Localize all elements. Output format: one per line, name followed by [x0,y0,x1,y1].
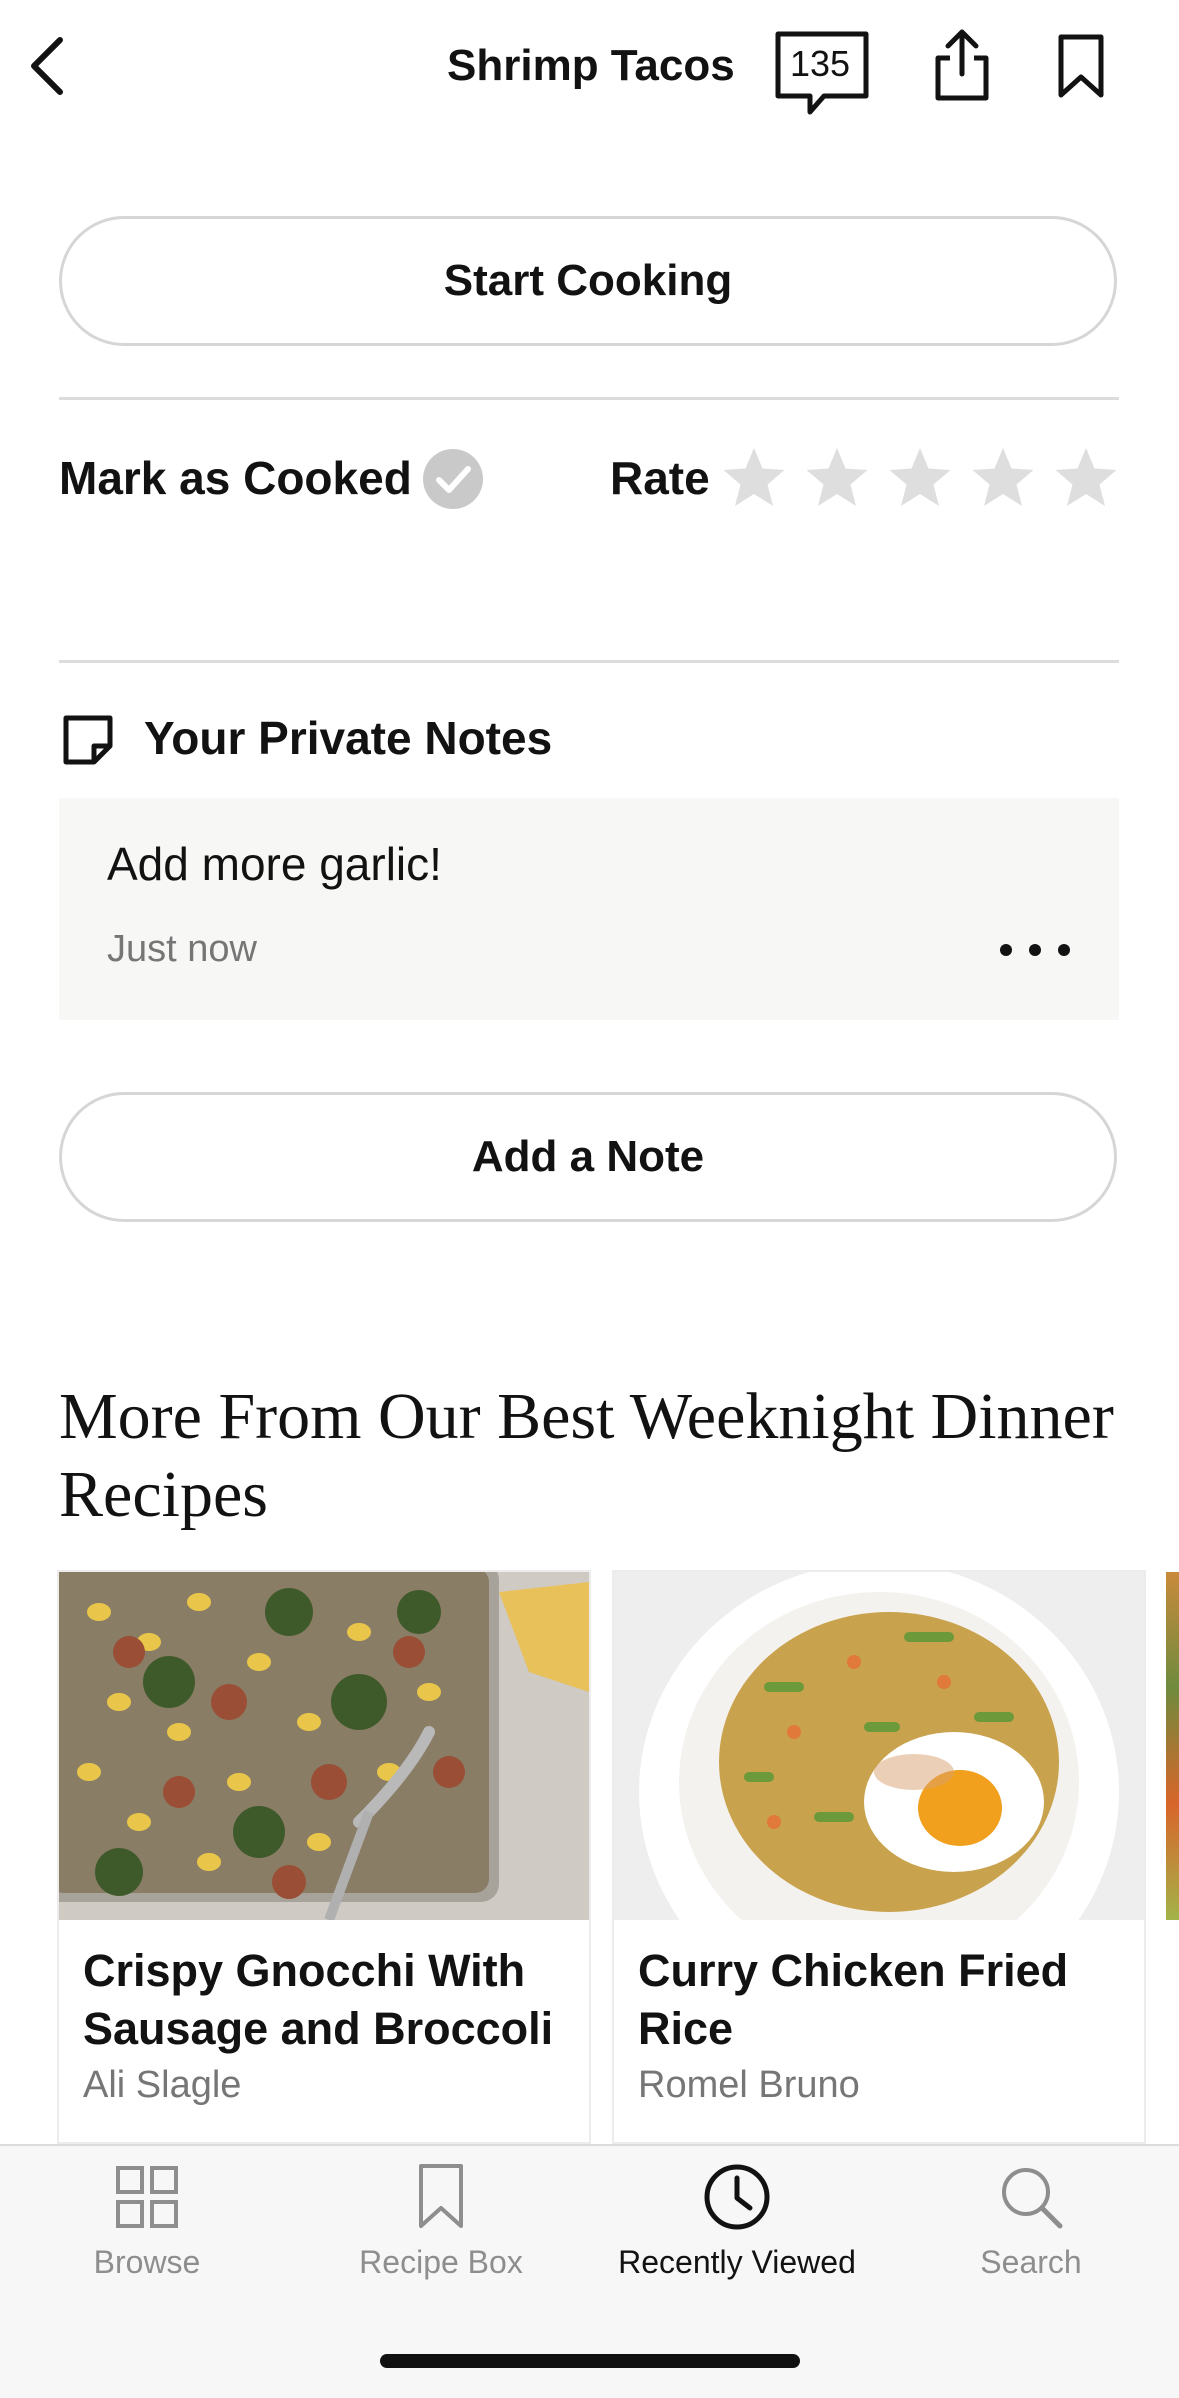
recipe-card[interactable]: Curry Chicken Fried Rice Romel Bruno [614,1572,1144,2142]
recipe-card-author: Romel Bruno [638,2064,860,2106]
more-options-icon[interactable] [1000,930,1070,970]
recipe-image [59,1572,589,1920]
recipe-card-title: Crispy Gnocchi With Sausage and Broccoli [83,1945,554,2054]
tab-browse[interactable]: Browse [0,2158,294,2298]
comments-button[interactable]: 135 [772,30,872,116]
note-timestamp: Just now [107,928,257,970]
star-icon[interactable] [969,444,1037,512]
tab-label: Browse [93,2244,201,2280]
recipe-card-author: Ali Slagle [83,2064,242,2106]
rate-label: Rate [610,452,710,504]
start-cooking-button[interactable]: Start Cooking [59,216,1117,346]
tab-label: Search [980,2244,1082,2280]
more-recipes-title: More From Our Best Weeknight Dinner Reci… [59,1380,1114,1531]
back-button[interactable] [16,28,76,104]
mark-as-cooked-label[interactable]: Mark as Cooked [59,448,412,508]
star-icon[interactable] [1052,444,1120,512]
recipe-title: Shrimp Tacos [447,41,735,90]
clock-icon [704,2164,770,2230]
divider [59,397,1119,400]
bookmark-icon [419,2164,463,2228]
recipe-card[interactable]: Crispy Gnocchi With Sausage and Broccoli… [59,1572,589,2142]
tab-recently-viewed[interactable]: Recently Viewed [590,2158,884,2298]
recipe-card-peek[interactable] [1166,1572,1179,1920]
bookmark-icon [1058,34,1104,98]
checkmark-circle-icon[interactable] [422,448,484,510]
star-icon[interactable] [886,444,954,512]
star-rating [720,444,1120,512]
recipe-image [614,1572,1144,1920]
share-icon [935,29,989,101]
note-icon [63,715,113,765]
note-text: Add more garlic! [107,838,442,890]
comment-count: 135 [789,43,851,84]
chevron-left-icon [31,37,63,95]
add-note-button[interactable]: Add a Note [59,1092,1117,1222]
grid-icon [116,2166,178,2228]
tab-recipe-box[interactable]: Recipe Box [294,2158,588,2298]
tab-label: Recipe Box [359,2244,523,2280]
divider [59,660,1119,663]
star-icon[interactable] [720,444,788,512]
tab-label: Recently Viewed [618,2244,856,2280]
tab-search[interactable]: Search [884,2158,1178,2298]
search-icon [1002,2168,1063,2229]
recipe-card-title: Curry Chicken Fried Rice [638,1945,1069,2054]
bookmark-button[interactable] [1048,28,1114,104]
note-card[interactable] [59,798,1119,1020]
star-icon[interactable] [803,444,871,512]
home-indicator [380,2354,800,2368]
share-button[interactable] [926,26,998,106]
private-notes-title: Your Private Notes [144,712,553,764]
